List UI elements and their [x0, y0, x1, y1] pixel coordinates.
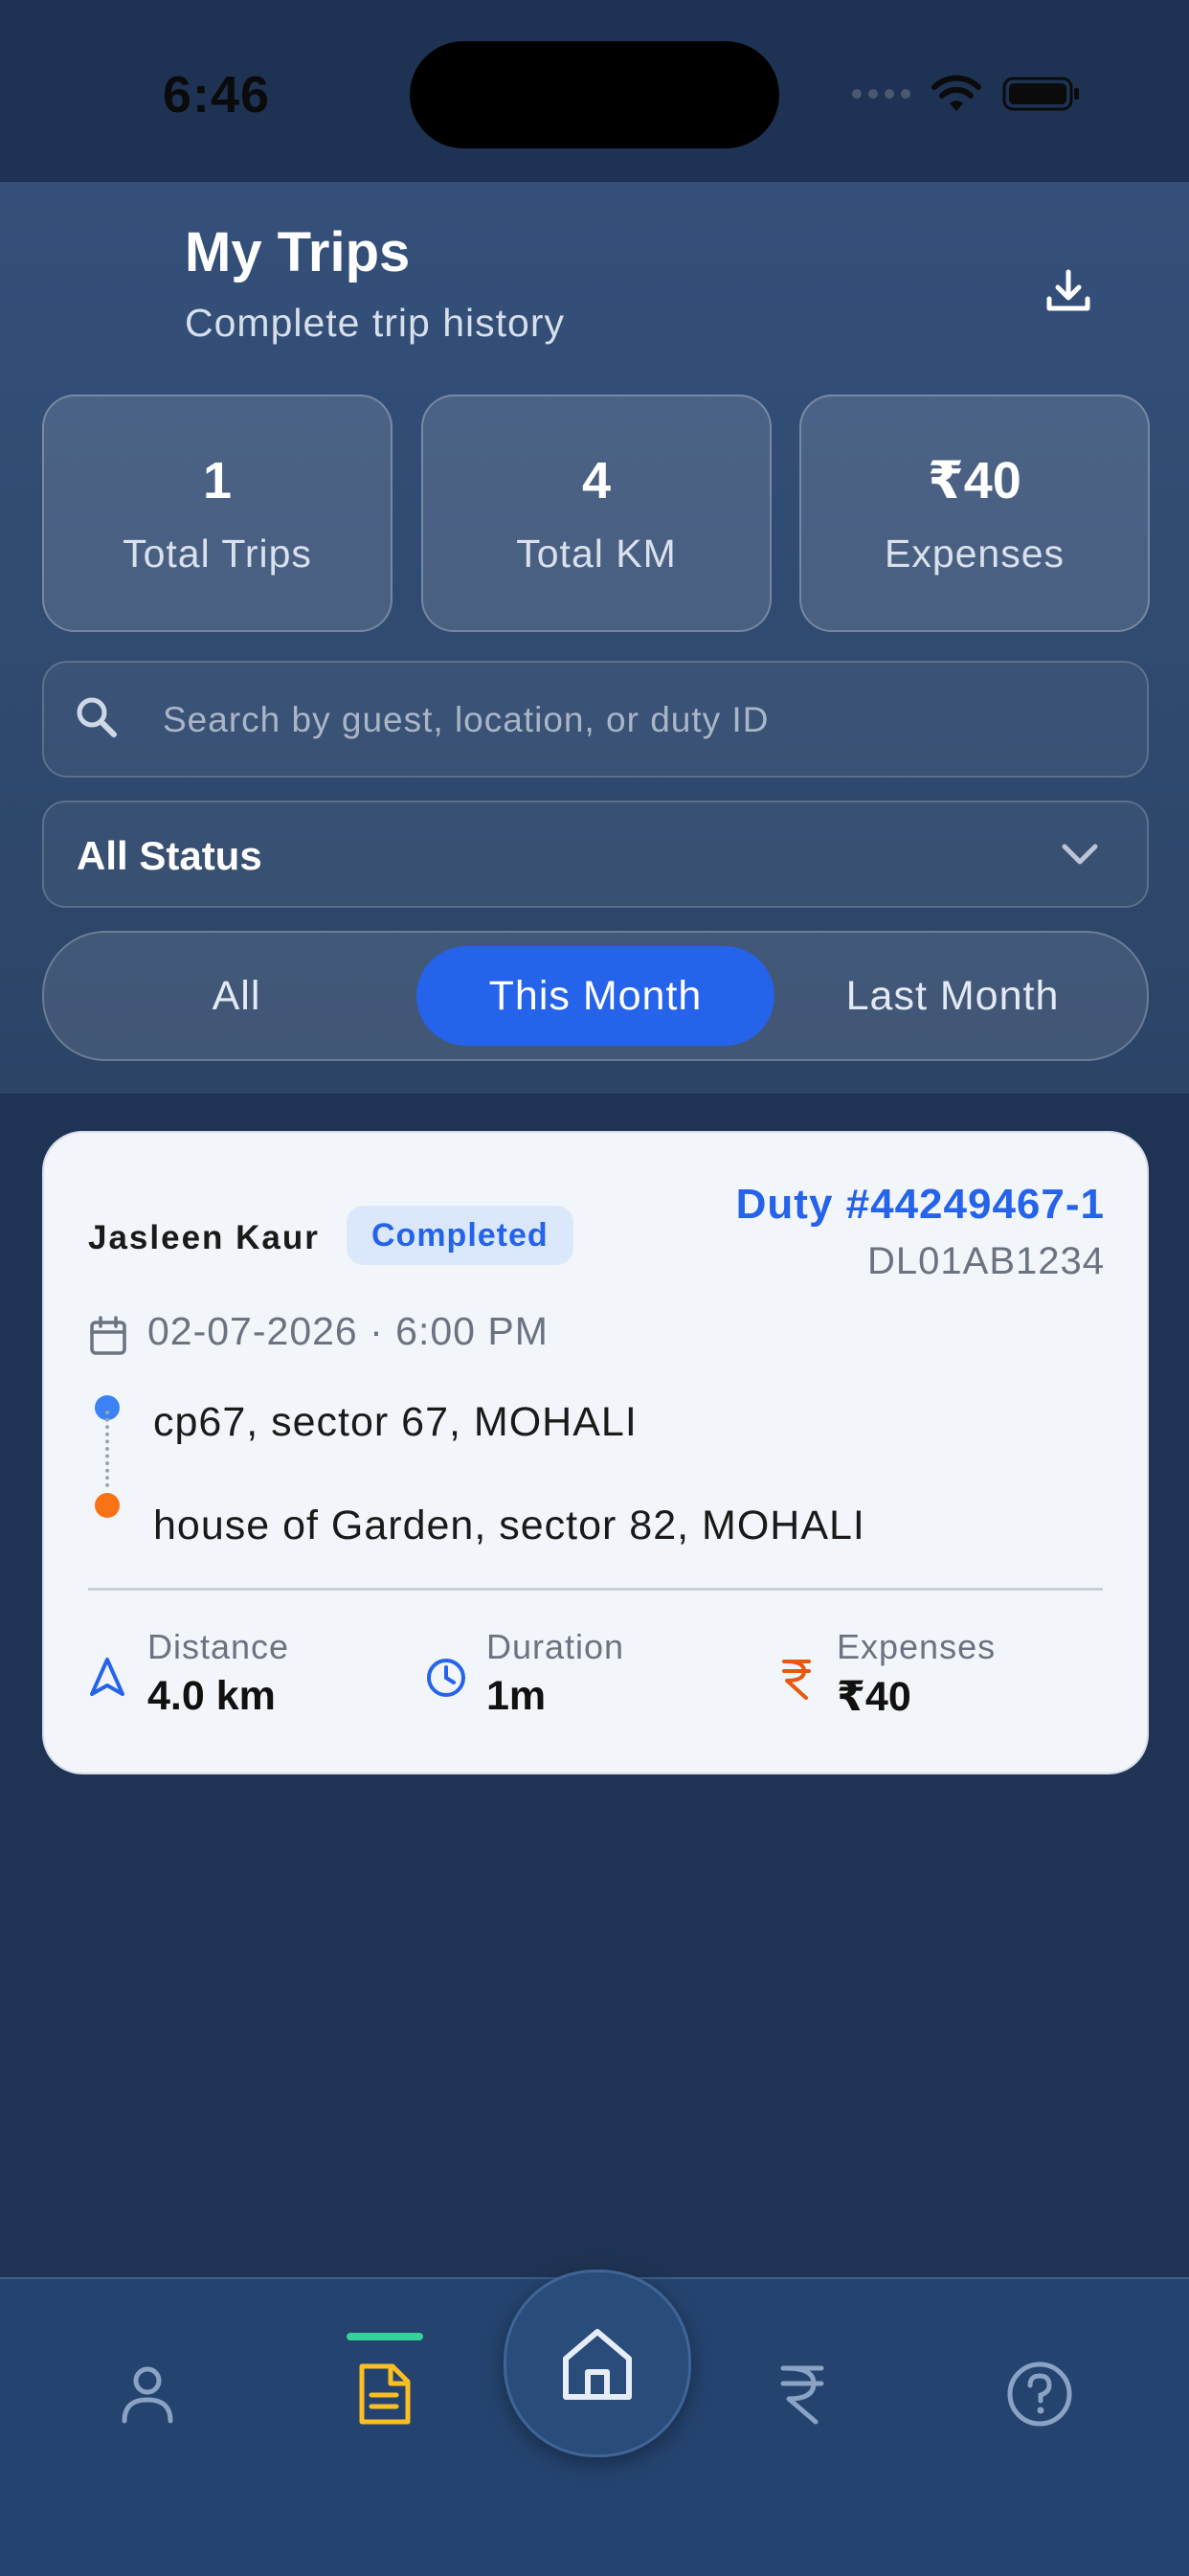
metric-value: 1m — [486, 1673, 547, 1719]
drop-location: house of Garden, sector 82, MOHALI — [153, 1503, 865, 1548]
tab-last-month[interactable]: Last Month — [774, 946, 1132, 1046]
metric-label: Distance — [147, 1627, 290, 1666]
download-button[interactable] — [1034, 257, 1103, 326]
metric-value: 4.0 km — [147, 1673, 276, 1719]
cellular-signal-icon — [852, 89, 910, 99]
rupee-icon — [782, 1660, 811, 1700]
period-tabs: All This Month Last Month — [42, 931, 1149, 1061]
vehicle-number: DL01AB1234 — [867, 1240, 1105, 1282]
metric-value: ₹40 — [837, 1674, 911, 1720]
help-icon — [1007, 2361, 1072, 2427]
nav-earnings[interactable] — [766, 2358, 839, 2430]
calendar-icon — [90, 1316, 126, 1355]
pickup-location: cp67, sector 67, MOHALI — [153, 1399, 638, 1445]
duty-id: Duty #44249467-1 — [735, 1181, 1105, 1228]
profile-icon — [122, 2366, 173, 2424]
stat-value: 1 — [202, 451, 233, 509]
search-box — [42, 661, 1149, 778]
status-time: 6:46 — [163, 66, 271, 124]
active-tab-indicator — [347, 2333, 423, 2340]
guest-name: Jasleen Kaur — [88, 1219, 320, 1256]
page-subtitle: Complete trip history — [185, 301, 565, 345]
search-icon — [77, 697, 117, 737]
route-line — [105, 1411, 109, 1487]
clock-icon — [427, 1659, 465, 1697]
rupee-icon — [780, 2365, 824, 2425]
stat-total-km: 4 Total KM — [421, 395, 772, 632]
card-divider — [88, 1588, 1103, 1591]
status-bar: 6:46 — [0, 0, 1189, 182]
stat-expenses: ₹40 Expenses — [799, 395, 1150, 632]
trip-datetime: 02-07-2026 · 6:00 PM — [147, 1309, 549, 1353]
navigation-arrow-icon — [90, 1658, 124, 1696]
stat-label: Total KM — [516, 531, 677, 576]
search-input[interactable] — [161, 663, 1103, 778]
page-title: My Trips — [185, 221, 411, 283]
download-icon — [1046, 269, 1090, 311]
nav-home-button[interactable] — [504, 2270, 691, 2457]
tab-this-month[interactable]: This Month — [416, 946, 774, 1046]
metric-label: Duration — [486, 1627, 625, 1666]
status-filter-value: All Status — [77, 833, 262, 878]
wifi-icon — [931, 75, 981, 111]
status-filter-select[interactable]: All Status — [42, 801, 1149, 908]
status-icons — [852, 75, 1081, 113]
trip-card[interactable]: Jasleen Kaur Completed Duty #44249467-1 … — [42, 1131, 1149, 1774]
trips-icon — [359, 2363, 411, 2425]
nav-trips[interactable] — [348, 2358, 421, 2430]
nav-profile[interactable] — [111, 2358, 184, 2430]
battery-icon — [1002, 77, 1079, 111]
nav-help[interactable] — [1003, 2358, 1076, 2430]
stat-value: 4 — [581, 451, 612, 509]
route-end-dot — [95, 1493, 120, 1518]
stat-value: ₹40 — [928, 452, 1021, 509]
stat-label: Expenses — [884, 531, 1066, 576]
chevron-down-icon — [1062, 844, 1098, 865]
stat-total-trips: 1 Total Trips — [42, 395, 393, 632]
status-badge: Completed — [347, 1206, 573, 1265]
home-icon — [563, 2329, 632, 2400]
metric-label: Expenses — [837, 1627, 997, 1666]
tab-all[interactable]: All — [57, 946, 415, 1046]
stat-label: Total Trips — [123, 531, 312, 576]
dynamic-island — [410, 41, 779, 148]
